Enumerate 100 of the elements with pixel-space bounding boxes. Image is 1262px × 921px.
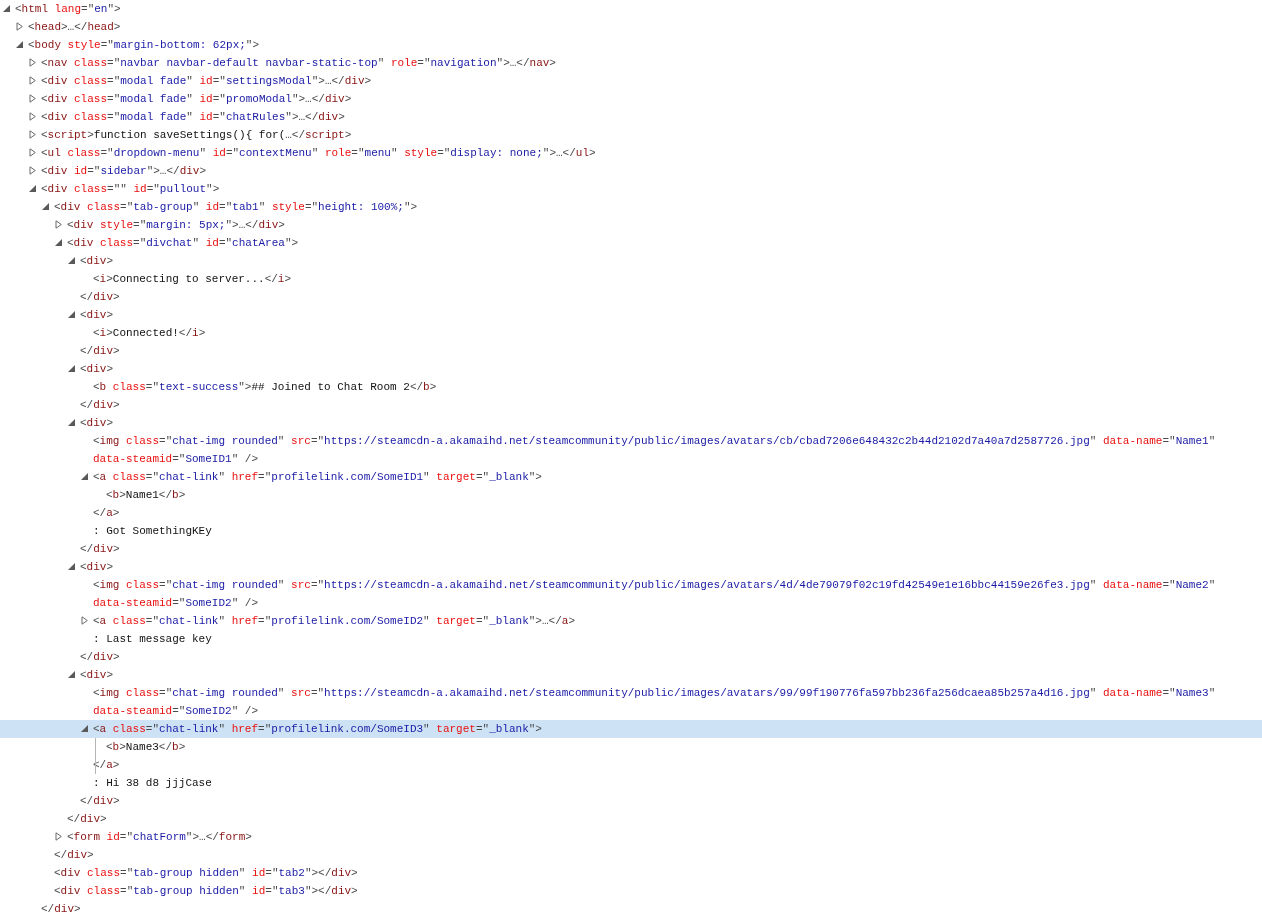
node-markup: <form id="chatForm">…</form> [67, 830, 252, 845]
node-markup: </div> [54, 848, 94, 863]
tree-row[interactable]: <div> [0, 306, 1262, 324]
node-markup: </div> [80, 344, 120, 359]
caret-down-icon[interactable] [3, 5, 10, 12]
tree-row[interactable]: <div class="modal fade" id="promoModal">…</div> [0, 90, 1262, 108]
tree-row[interactable]: </div> [0, 648, 1262, 666]
caret-down-icon[interactable] [68, 311, 75, 318]
tree-row[interactable]: <div style="margin: 5px;">…</div> [0, 216, 1262, 234]
node-markup: <div class="tab-group hidden" id="tab3"></div> [54, 884, 358, 899]
caret-right-icon[interactable] [29, 76, 36, 85]
tree-row[interactable]: <div> [0, 252, 1262, 270]
tree-row[interactable]: : Got SomethingKEy [0, 522, 1262, 540]
tree-row[interactable]: </a> [0, 504, 1262, 522]
node-markup: <div> [80, 668, 114, 683]
caret-down-icon[interactable] [68, 671, 75, 678]
tree-row[interactable]: <b class="text-success">## Joined to Chat Room 2</b> [0, 378, 1262, 396]
tree-row[interactable]: <div class="modal fade" id="chatRules">…</div> [0, 108, 1262, 126]
caret-right-icon[interactable] [29, 112, 36, 121]
tree-row[interactable]: <div> [0, 558, 1262, 576]
caret-down-icon[interactable] [81, 725, 88, 732]
tree-row[interactable]: <div class="modal fade" id="settingsModal">…</div> [0, 72, 1262, 90]
tree-row[interactable]: <div id="sidebar">…</div> [0, 162, 1262, 180]
node-markup: <div id="sidebar">…</div> [41, 164, 207, 179]
caret-down-icon[interactable] [29, 185, 36, 192]
node-markup: </div> [80, 794, 120, 809]
node-markup: <img class="chat-img rounded" src="https://steamcdn-a.akamaihd.net/steamcommunity/public/images/avatars/cb/cbad7206e648432c2b44d2102d7a40a7d2587726.jpg" data-name="Name1" data-steamid="SomeID1" /> [93, 434, 1217, 467]
node-markup: <b class="text-success">## Joined to Chat Room 2</b> [93, 380, 437, 395]
node-markup: <div> [80, 308, 114, 323]
tree-row[interactable]: <body style="margin-bottom: 62px;"> [0, 36, 1262, 54]
tree-row[interactable]: <a class="chat-link" href="profilelink.com/SomeID3" target="_blank"> [0, 720, 1262, 738]
tree-row[interactable]: </div> [0, 792, 1262, 810]
tree-row[interactable]: </div> [0, 810, 1262, 828]
node-markup: <div> [80, 560, 114, 575]
node-markup: </a> [93, 506, 120, 521]
tree-row[interactable]: </div> [0, 288, 1262, 306]
tree-row[interactable]: <div class="divchat" id="chatArea"> [0, 234, 1262, 252]
tree-row[interactable]: <form id="chatForm">…</form> [0, 828, 1262, 846]
node-markup: </div> [80, 398, 120, 413]
caret-down-icon[interactable] [55, 239, 62, 246]
tree-row[interactable]: <script>function saveSettings(){ for(…</script> [0, 126, 1262, 144]
node-markup: </div> [41, 902, 81, 917]
tree-row[interactable]: <div class="tab-group" id="tab1" style="height: 100%;"> [0, 198, 1262, 216]
caret-right-icon[interactable] [29, 130, 36, 139]
node-markup: <html lang="en"> [15, 2, 121, 17]
caret-right-icon[interactable] [29, 94, 36, 103]
caret-down-icon[interactable] [42, 203, 49, 210]
caret-right-icon[interactable] [29, 148, 36, 157]
caret-down-icon[interactable] [81, 473, 88, 480]
node-markup: <head>…</head> [28, 20, 121, 35]
tree-row[interactable]: </div> [0, 396, 1262, 414]
tree-row[interactable]: <a class="chat-link" href="profilelink.com/SomeID2" target="_blank">…</a> [0, 612, 1262, 630]
tree-row[interactable]: <img class="chat-img rounded" src="https://steamcdn-a.akamaihd.net/steamcommunity/public/images/avatars/99/99f190776fa597bb236fa256dcaea85b257a4d16.jpg" data-name="Name3" data-steamid="SomeID2" /> [0, 684, 1262, 720]
caret-right-icon[interactable] [29, 166, 36, 175]
tree-row[interactable]: </div> [0, 846, 1262, 864]
tree-row[interactable]: <ul class="dropdown-menu" id="contextMenu" role="menu" style="display: none;">…</ul> [0, 144, 1262, 162]
node-markup: <div class="tab-group" id="tab1" style="height: 100%;"> [54, 200, 418, 215]
tree-row[interactable]: </div> [0, 540, 1262, 558]
tree-row[interactable]: <i>Connecting to server...</i> [0, 270, 1262, 288]
tree-row[interactable]: <div class="tab-group hidden" id="tab3"></div> [0, 882, 1262, 900]
tree-row[interactable]: <div class="tab-group hidden" id="tab2"></div> [0, 864, 1262, 882]
tree-row[interactable]: <div class="" id="pullout"> [0, 180, 1262, 198]
tree-row[interactable]: <i>Connected!</i> [0, 324, 1262, 342]
caret-down-icon[interactable] [68, 257, 75, 264]
node-markup: <b>Name1</b> [106, 488, 186, 503]
node-markup: <div> [80, 254, 114, 269]
tree-row[interactable]: <img class="chat-img rounded" src="https://steamcdn-a.akamaihd.net/steamcommunity/public/images/avatars/cb/cbad7206e648432c2b44d2102d7a40a7d2587726.jpg" data-name="Name1" data-steamid="SomeID1" /> [0, 432, 1262, 468]
tree-row[interactable]: <img class="chat-img rounded" src="https://steamcdn-a.akamaihd.net/steamcommunity/public/images/avatars/4d/4de79079f02c19fd42549e1e16bbc44159e26fe3.jpg" data-name="Name2" data-steamid="SomeID2" /> [0, 576, 1262, 612]
tree-row[interactable]: <div> [0, 414, 1262, 432]
tree-row[interactable]: <div> [0, 360, 1262, 378]
tree-row[interactable]: <b>Name1</b> [0, 486, 1262, 504]
node-markup: <i>Connecting to server...</i> [93, 272, 292, 287]
tree-row[interactable]: <b>Name3</b> [0, 738, 1262, 756]
caret-right-icon[interactable] [29, 58, 36, 67]
node-markup: <div style="margin: 5px;">…</div> [67, 218, 285, 233]
caret-right-icon[interactable] [55, 832, 62, 841]
tree-row[interactable]: <nav class="navbar navbar-default navbar-static-top" role="navigation">…</nav> [0, 54, 1262, 72]
tree-row[interactable]: <a class="chat-link" href="profilelink.com/SomeID1" target="_blank"> [0, 468, 1262, 486]
tree-row[interactable]: </div> [0, 900, 1262, 918]
tree-row[interactable]: : Hi 38 d8 jjjCase [0, 774, 1262, 792]
caret-right-icon[interactable] [55, 220, 62, 229]
node-markup: </div> [80, 650, 120, 665]
node-markup: <div class="modal fade" id="promoModal">…</div> [41, 92, 352, 107]
tree-row[interactable]: <head>…</head> [0, 18, 1262, 36]
node-markup: </div> [80, 542, 120, 557]
node-markup: <div class="" id="pullout"> [41, 182, 220, 197]
caret-down-icon[interactable] [68, 563, 75, 570]
caret-down-icon[interactable] [16, 41, 23, 48]
tree-row[interactable]: <div> [0, 666, 1262, 684]
caret-down-icon[interactable] [68, 419, 75, 426]
node-markup: <script>function saveSettings(){ for(…</script> [41, 128, 352, 143]
caret-right-icon[interactable] [81, 616, 88, 625]
node-markup: </div> [80, 290, 120, 305]
caret-down-icon[interactable] [68, 365, 75, 372]
tree-row[interactable]: <html lang="en"> [0, 0, 1262, 18]
tree-row[interactable]: : Last message key [0, 630, 1262, 648]
node-markup: <div> [80, 362, 114, 377]
node-markup: : Got SomethingKEy [93, 524, 212, 539]
caret-right-icon[interactable] [16, 22, 23, 31]
tree-row[interactable]: </div> [0, 342, 1262, 360]
